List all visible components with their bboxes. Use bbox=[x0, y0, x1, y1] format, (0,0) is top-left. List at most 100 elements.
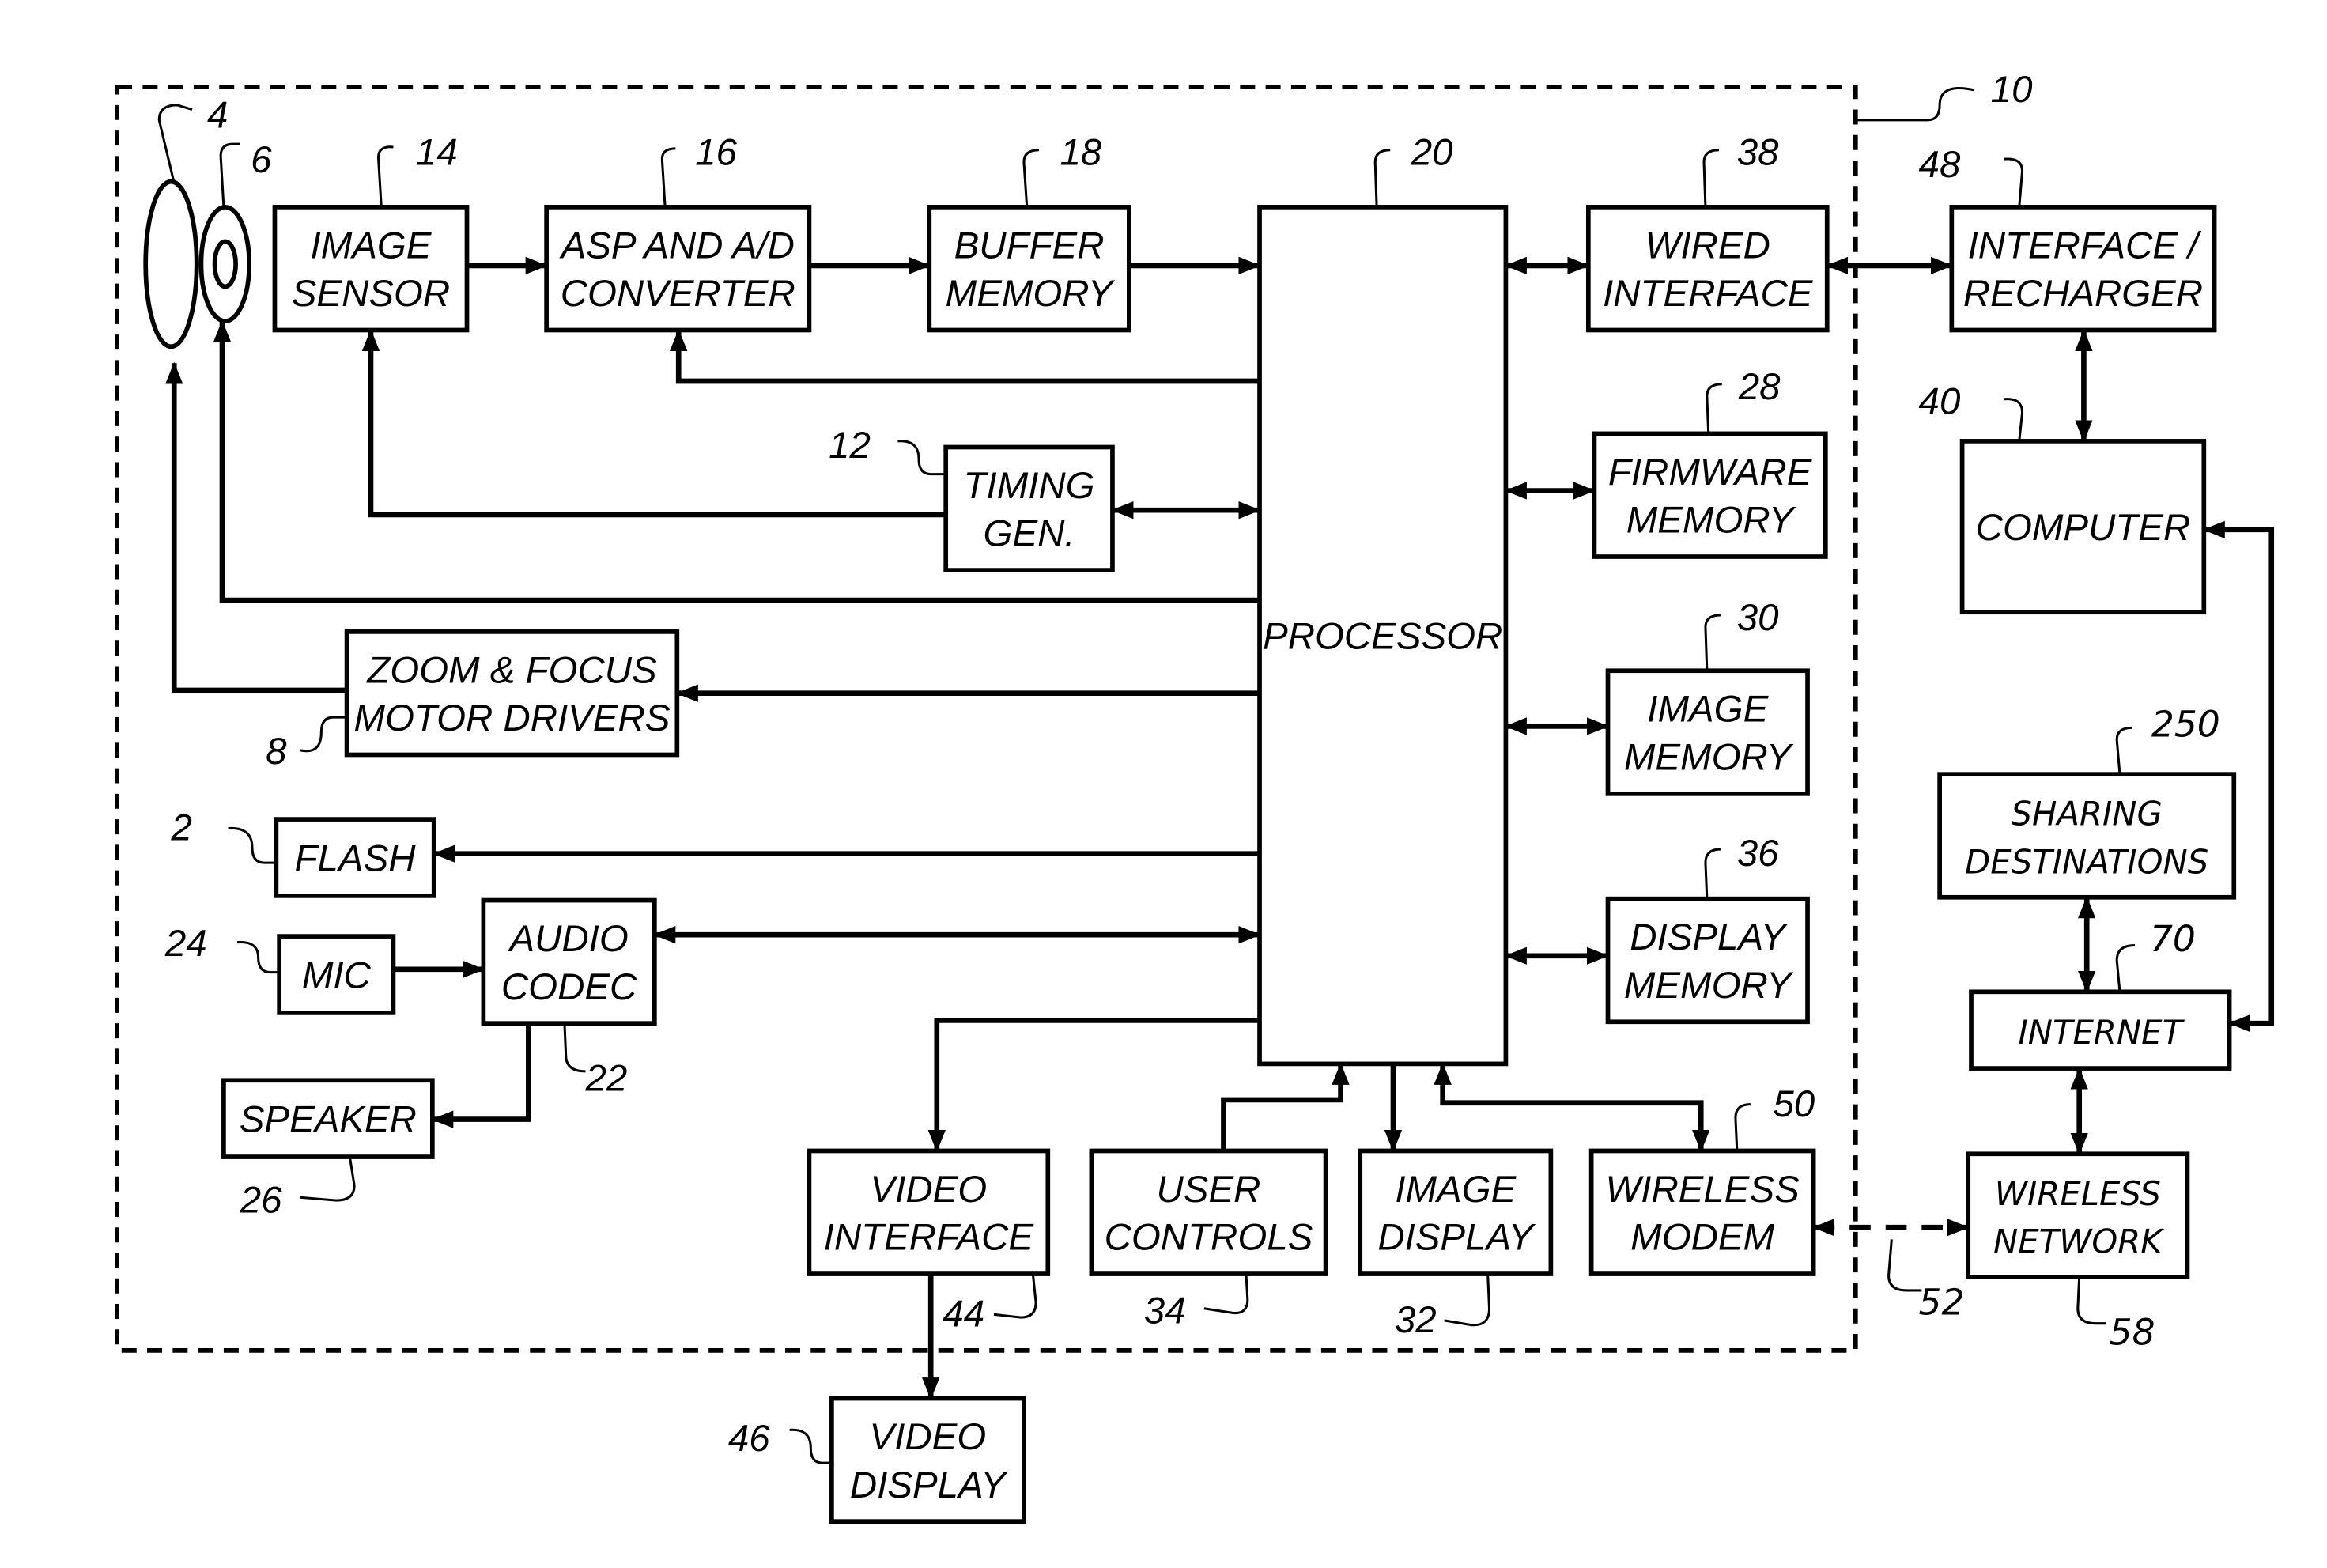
processor-wireless-modem-arrow bbox=[1434, 1063, 1710, 1152]
internet-ref-number: 70 bbox=[2150, 918, 2196, 960]
flash-ref-number: 2 bbox=[170, 807, 191, 849]
image-memory-ref-number: 30 bbox=[1737, 597, 1779, 639]
user-controls-ref-number: 34 bbox=[1144, 1290, 1186, 1332]
buffer-memory-label: BUFFER bbox=[954, 225, 1105, 266]
zoom-to-lens-arrow bbox=[165, 361, 347, 693]
image-sensor-label: SENSOR bbox=[292, 273, 450, 315]
display-memory-block: DISPLAY MEMORY bbox=[1605, 896, 1810, 1025]
buffer-memory-label: MEMORY bbox=[946, 273, 1116, 315]
audio-codec-label: CODEC bbox=[501, 966, 637, 1008]
asp-converter-block: ASP AND A/D CONVERTER bbox=[544, 205, 812, 333]
user-controls-block: USER CONTROLS bbox=[1089, 1148, 1328, 1276]
wireless-modem-leader bbox=[1734, 1103, 1751, 1151]
internet-block: INTERNET bbox=[1969, 989, 2232, 1071]
asp-converter-label: CONVERTER bbox=[561, 273, 795, 315]
video-display-leader bbox=[789, 1428, 832, 1464]
flash-leader bbox=[228, 826, 277, 864]
wired-interface-label: WIRED bbox=[1645, 225, 1770, 266]
interface-recharger-leader bbox=[2004, 157, 2024, 207]
wireless-modem-label: MODEM bbox=[1630, 1217, 1774, 1259]
wireless-link-ref-number: 52 bbox=[1919, 1281, 1965, 1323]
wireless-network-ref-number: 58 bbox=[2110, 1311, 2155, 1353]
display-memory-leader bbox=[1704, 848, 1721, 899]
processor-label: PROCESSOR bbox=[1263, 616, 1502, 658]
computer-label: COMPUTER bbox=[1976, 507, 2191, 549]
device-ref-number: 10 bbox=[1991, 69, 2033, 111]
zoom-focus-label: ZOOM & FOCUS bbox=[366, 649, 657, 691]
processor-ref-number: 20 bbox=[1411, 132, 1453, 174]
zoom-focus-block: ZOOM & FOCUS MOTOR DRIVERS bbox=[344, 629, 680, 758]
processor-leader bbox=[1373, 149, 1391, 207]
aperture-outer-icon bbox=[198, 205, 252, 323]
timing-gen-leader bbox=[897, 440, 946, 476]
processor-to-asp-arrow bbox=[670, 329, 1260, 384]
timing-gen-label: TIMING bbox=[964, 465, 1095, 507]
image-memory-leader bbox=[1704, 614, 1721, 671]
zoom-focus-label: MOTOR DRIVERS bbox=[354, 697, 671, 739]
aperture-ref-number: 6 bbox=[251, 139, 272, 181]
computer-block: COMPUTER bbox=[1959, 439, 2207, 615]
image-sensor-block: IMAGE SENSOR bbox=[272, 205, 470, 333]
lens-icon bbox=[143, 179, 199, 349]
lens-assembly bbox=[143, 179, 252, 349]
device-leader bbox=[1855, 86, 1975, 122]
timing-gen-block: TIMING GEN. bbox=[943, 444, 1115, 572]
user-controls-to-processor-arrow bbox=[1221, 1063, 1350, 1151]
user-controls-label: USER bbox=[1157, 1169, 1261, 1211]
interface-recharger-label: INTERFACE / bbox=[1968, 225, 2203, 266]
wireless-network-block: WIRELESS NETWORK bbox=[1966, 1151, 2190, 1279]
mic-block: MIC bbox=[277, 934, 396, 1015]
firmware-memory-leader bbox=[1706, 383, 1722, 434]
wired-interface-label: INTERFACE bbox=[1603, 273, 1814, 315]
user-controls-leader bbox=[1203, 1273, 1249, 1315]
timing-gen-label: GEN. bbox=[984, 513, 1075, 555]
wired-interface-ref-number: 38 bbox=[1737, 132, 1779, 174]
camera-block-diagram: IMAGE SENSOR ASP AND A/D CONVERTER BUFFER MEM… bbox=[115, 69, 2275, 1525]
image-display-label: IMAGE bbox=[1395, 1169, 1517, 1211]
audio-to-speaker-arrow bbox=[431, 1023, 531, 1128]
image-memory-block: IMAGE MEMORY bbox=[1605, 668, 1810, 796]
firmware-memory-label: MEMORY bbox=[1626, 500, 1796, 542]
video-interface-block: VIDEO INTERFACE bbox=[807, 1148, 1051, 1276]
speaker-leader bbox=[300, 1156, 356, 1202]
asp-converter-ref-number: 16 bbox=[695, 132, 737, 174]
video-interface-label: VIDEO bbox=[871, 1169, 988, 1211]
asp-converter-label: ASP AND A/D bbox=[559, 225, 795, 266]
wireless-modem-ref-number: 50 bbox=[1773, 1083, 1815, 1125]
interface-recharger-block: INTERFACE / RECHARGER bbox=[1949, 205, 2217, 333]
asp-converter-leader bbox=[660, 147, 676, 207]
mic-label: MIC bbox=[302, 955, 372, 997]
wireless-network-label: WIRELESS bbox=[1995, 1174, 2161, 1213]
buffer-memory-leader bbox=[1022, 149, 1039, 207]
audio-codec-ref-number: 22 bbox=[584, 1058, 627, 1100]
image-display-ref-number: 32 bbox=[1395, 1299, 1437, 1341]
processor-to-video-interface-arrow bbox=[927, 1018, 1260, 1152]
processor-block: PROCESSOR bbox=[1257, 205, 1509, 1067]
timing-to-sensor-arrow bbox=[361, 329, 946, 518]
firmware-memory-block: FIRMWARE MEMORY bbox=[1592, 431, 1828, 559]
display-memory-label: MEMORY bbox=[1624, 965, 1794, 1007]
firmware-memory-ref-number: 28 bbox=[1738, 366, 1781, 408]
display-memory-ref-number: 36 bbox=[1737, 833, 1779, 875]
image-memory-label: IMAGE bbox=[1647, 689, 1769, 731]
image-display-label: DISPLAY bbox=[1377, 1217, 1536, 1259]
aperture-leader bbox=[219, 142, 240, 207]
flash-label: FLASH bbox=[295, 838, 417, 880]
flash-block: FLASH bbox=[274, 817, 436, 898]
timing-gen-ref-number: 12 bbox=[829, 425, 871, 467]
sharing-destinations-ref-number: 250 bbox=[2151, 704, 2220, 746]
video-interface-ref-number: 44 bbox=[943, 1293, 984, 1335]
image-sensor-ref-number: 14 bbox=[416, 132, 458, 174]
wireless-network-leader bbox=[2076, 1276, 2106, 1325]
lens-leader bbox=[157, 104, 193, 183]
user-controls-label: CONTROLS bbox=[1105, 1217, 1313, 1259]
video-display-label: DISPLAY bbox=[850, 1464, 1008, 1506]
mic-ref-number: 24 bbox=[164, 923, 207, 965]
image-display-leader bbox=[1444, 1274, 1491, 1327]
lens-ref-number: 4 bbox=[207, 94, 228, 136]
sharing-destinations-label: DESTINATIONS bbox=[1965, 842, 2208, 881]
audio-codec-block: AUDIO CODEC bbox=[481, 897, 657, 1026]
video-interface-label: INTERFACE bbox=[824, 1217, 1035, 1259]
image-sensor-label: IMAGE bbox=[311, 225, 433, 266]
image-sensor-leader bbox=[376, 145, 394, 207]
